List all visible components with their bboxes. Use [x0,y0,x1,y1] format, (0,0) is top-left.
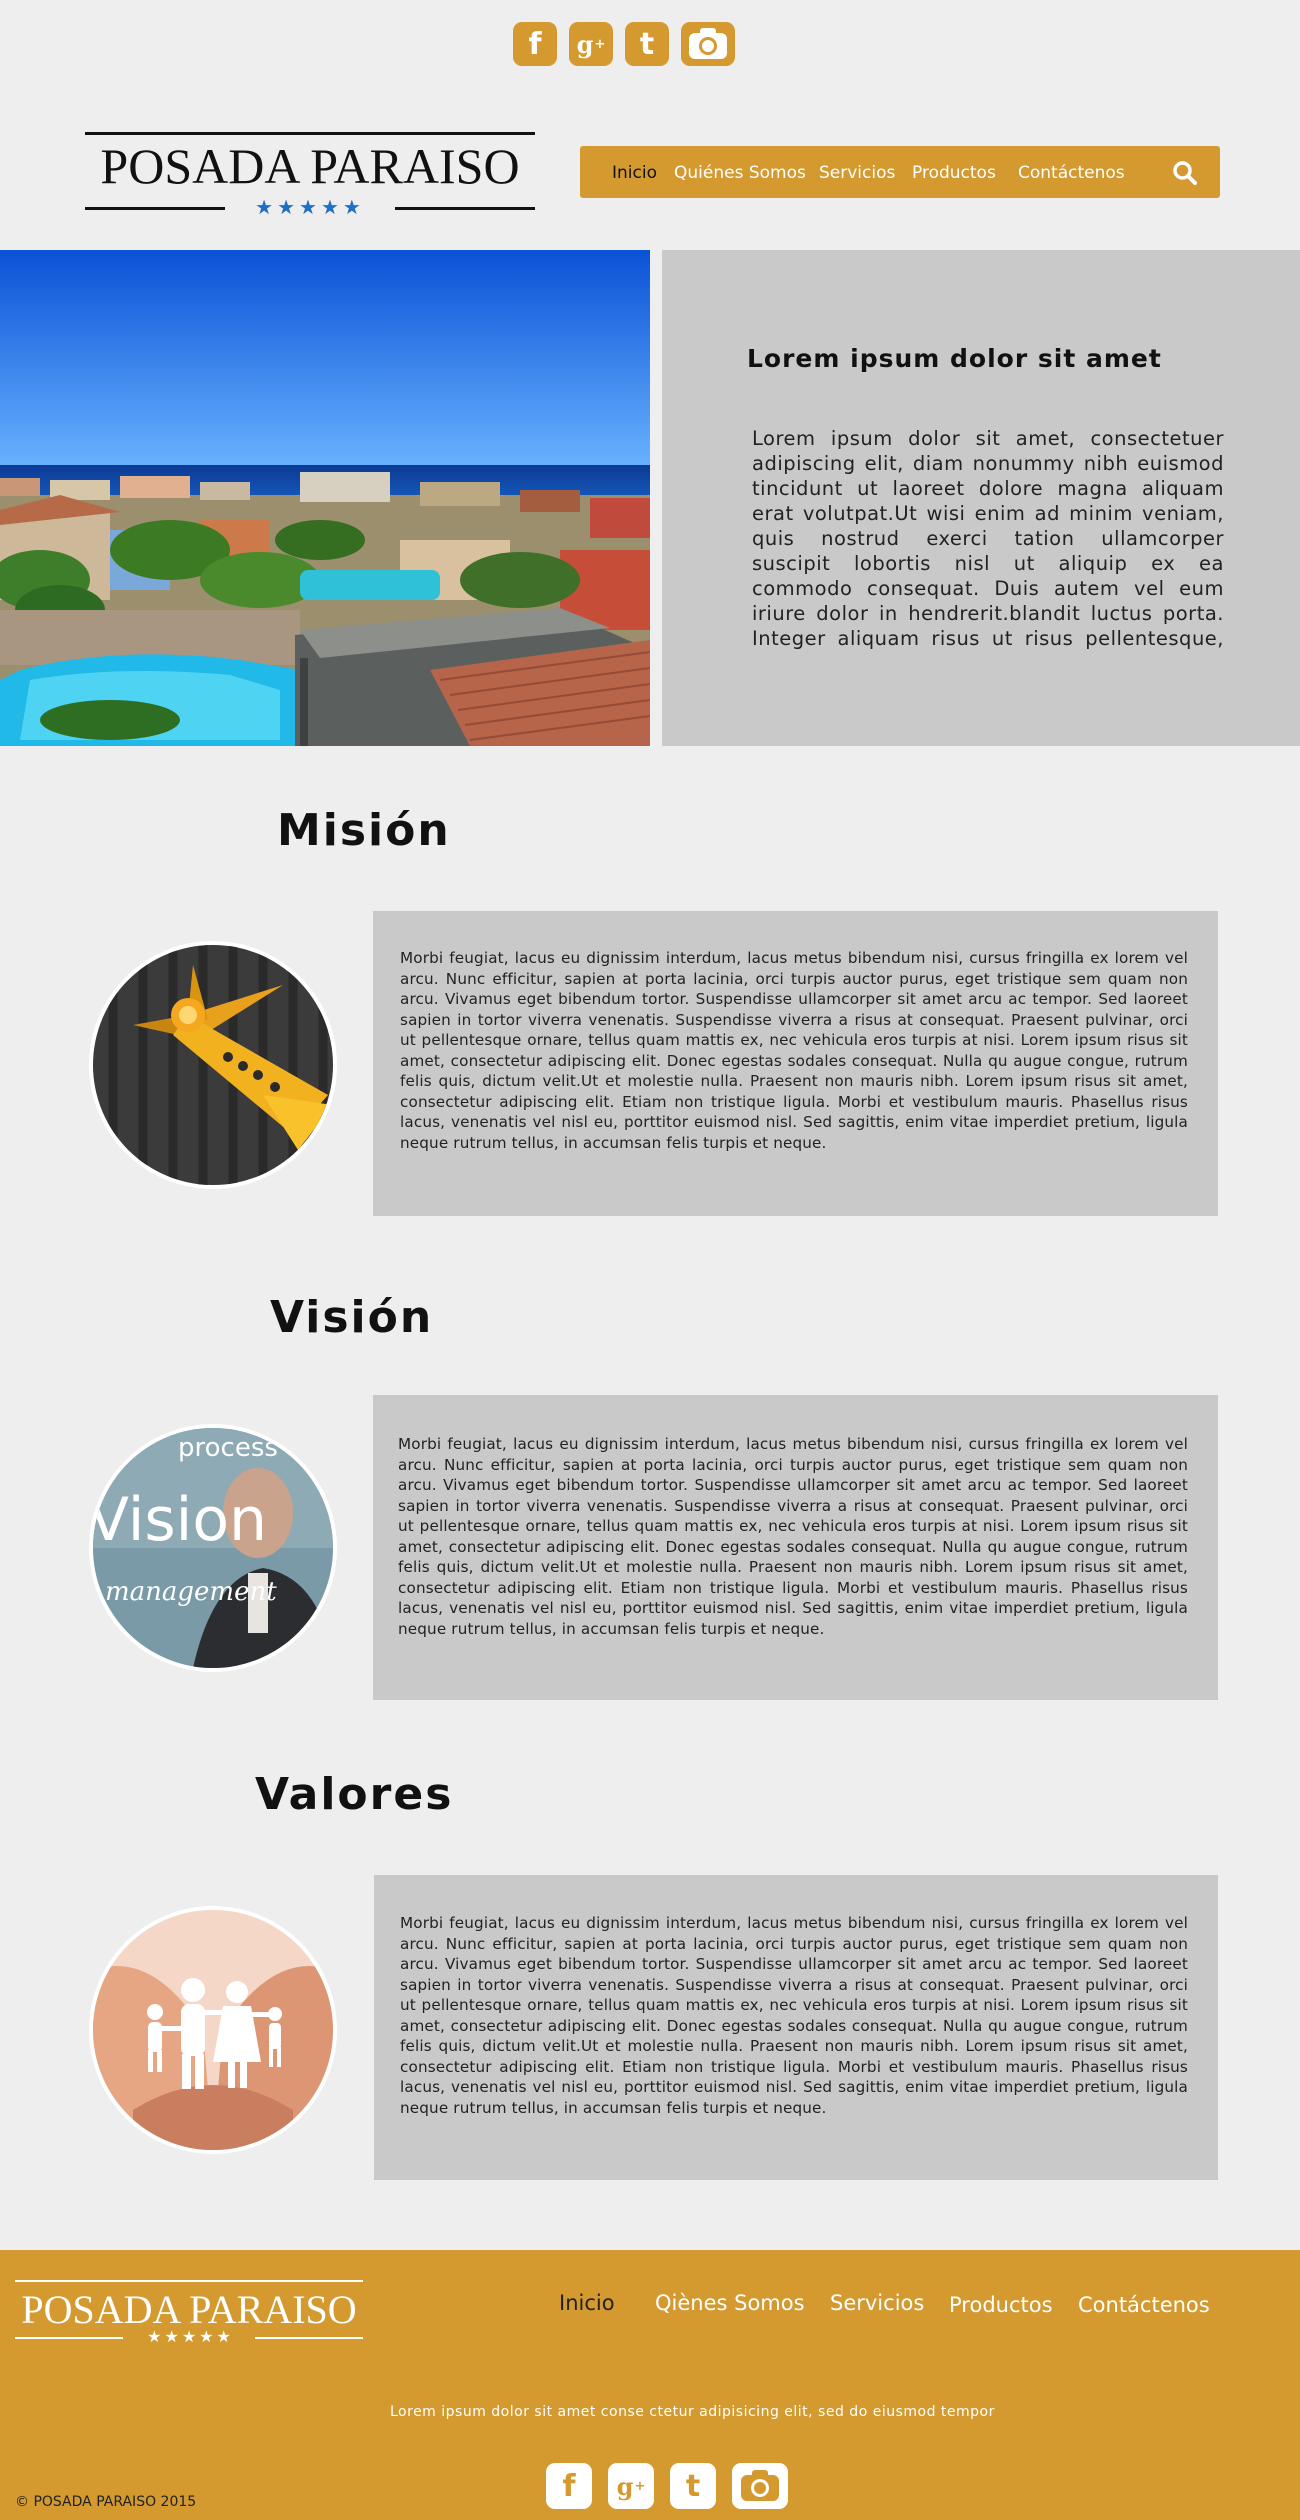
vision-image-management-label: management [105,1577,277,1607]
footer-logo-title: POSADA PARAISO [21,2287,357,2332]
footer-nav-servicios[interactable]: Servicios [830,2291,924,2315]
vision-image-process-label: process [178,1433,278,1463]
tumblr-icon[interactable]: t [670,2463,716,2509]
logo-stars: ★★★★★ [255,195,365,219]
tumblr-icon[interactable]: t [625,22,669,66]
hero-title: Lorem ipsum dolor sit amet [747,344,1162,373]
footer-logo[interactable]: POSADA PARAISO ★★★★★ [15,2280,363,2352]
mision-heading: Misión [277,805,451,856]
nav-productos[interactable]: Productos [912,163,996,183]
valores-text-box: Morbi feugiat, lacus eu dignissim interd… [374,1875,1218,2180]
mision-text-box: Morbi feugiat, lacus eu dignissim interd… [373,911,1218,1216]
vision-paragraph: Morbi feugiat, lacus eu dignissim interd… [398,1435,1188,1638]
footer-logo-left-rule [15,2337,123,2339]
google-plus-icon[interactable]: g + [569,22,613,66]
mision-paragraph: Morbi feugiat, lacus eu dignissim interd… [400,949,1188,1152]
hero-text-panel: Lorem ipsum dolor sit amet Lorem ipsum d… [662,250,1300,746]
footer-copyright: © POSADA PARAISO 2015 [15,2494,197,2510]
footer-logo-top-rule [15,2280,363,2282]
footer-social-links: f g + t [546,2463,788,2509]
nav-inicio[interactable]: Inicio [612,163,657,183]
footer-nav-productos[interactable]: Productos [949,2293,1053,2317]
vision-image-vision-label: Vision [93,1485,267,1555]
footer-nav-inicio[interactable]: Inicio [559,2291,615,2315]
valores-paragraph: Morbi feugiat, lacus eu dignissim interd… [400,1914,1188,2117]
logo-right-rule [395,207,535,210]
logo-title: POSADA PARAISO [100,138,520,194]
logo-left-rule [85,207,225,210]
main-nav: Inicio Quiénes Somos Servicios Productos… [580,146,1220,198]
header-social-links: f g + t [513,22,735,66]
logo-top-rule [85,132,535,135]
valores-family-image [89,1906,337,2154]
nav-servicios[interactable]: Servicios [819,163,895,183]
footer-tagline: Lorem ipsum dolor sit amet conse ctetur … [390,2404,995,2420]
mision-compass-image [89,941,337,1189]
vision-heading: Visión [270,1292,434,1343]
nav-quienes-somos[interactable]: Quiénes Somos [674,163,806,183]
footer-logo-stars: ★★★★★ [147,2327,234,2346]
site-logo[interactable]: POSADA PARAISO ★★★★★ [85,132,535,222]
footer-nav-contactenos[interactable]: Contáctenos [1078,2293,1210,2317]
footer-nav-quienes-somos[interactable]: Qiènes Somos [655,2291,805,2315]
facebook-icon[interactable]: f [546,2463,592,2509]
vision-image: process Vision management [89,1424,337,1672]
nav-contactenos[interactable]: Contáctenos [1018,163,1125,183]
camera-icon[interactable] [732,2463,788,2509]
vision-text-box: Morbi feugiat, lacus eu dignissim interd… [373,1395,1218,1700]
hero-resort-image [0,250,650,746]
camera-icon[interactable] [681,22,735,66]
google-plus-icon[interactable]: g + [608,2463,654,2509]
facebook-icon[interactable]: f [513,22,557,66]
hero-paragraph: Lorem ipsum dolor sit amet, consectetuer… [752,427,1224,650]
footer: POSADA PARAISO ★★★★★ Inicio Qiènes Somos… [0,2250,1300,2520]
search-icon[interactable] [1172,160,1198,190]
valores-heading: Valores [255,1769,454,1820]
footer-logo-right-rule [255,2337,363,2339]
